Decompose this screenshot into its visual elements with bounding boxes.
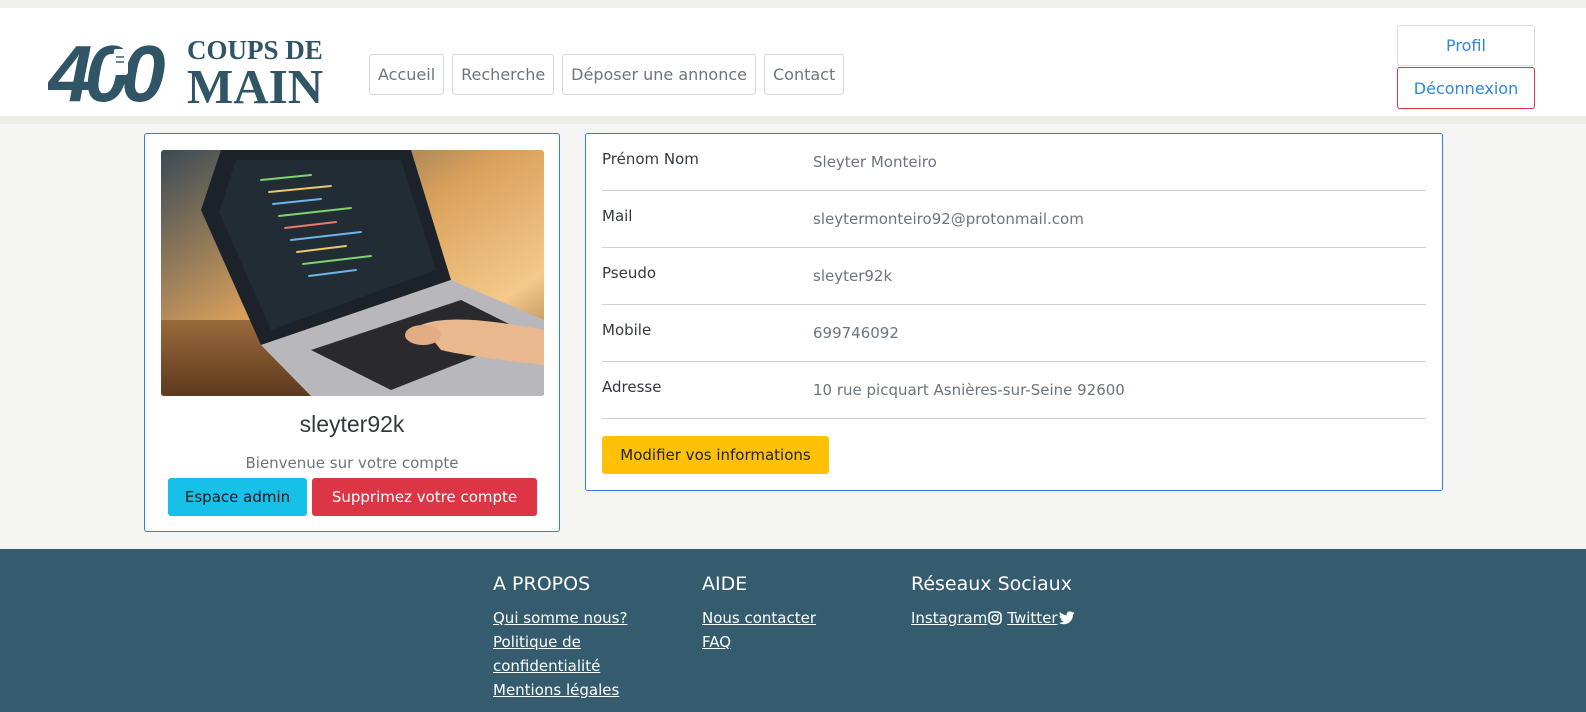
nav-contact[interactable]: Contact: [764, 54, 845, 95]
social-links: Instagram Twitter: [911, 606, 1151, 630]
profile-button[interactable]: Profil: [1397, 25, 1535, 66]
footer-link-faq[interactable]: FAQ: [702, 630, 882, 654]
detail-label: Mail: [602, 207, 633, 225]
account-details-card: Prénom Nom Sleyter Monteiro Mail sleyter…: [585, 133, 1443, 491]
instagram-link[interactable]: Instagram: [911, 606, 1003, 630]
footer-link-legal[interactable]: Mentions légales: [493, 678, 673, 702]
footer-link-contact[interactable]: Nous contacter: [702, 606, 882, 630]
logo-number: 400: [48, 29, 165, 109]
profile-username: sleyter92k: [299, 411, 405, 437]
footer-help-title: AIDE: [702, 573, 748, 595]
profile-card: sleyter92k Bienvenue sur votre compte Es…: [144, 133, 560, 532]
twitter-label: Twitter: [1007, 609, 1058, 627]
detail-value: 10 rue picquart Asnières-sur-Seine 92600: [813, 381, 1125, 399]
admin-space-button[interactable]: Espace admin: [168, 478, 307, 516]
footer-link-privacy[interactable]: Politique de confidentialité: [493, 630, 623, 678]
detail-label: Pseudo: [602, 264, 657, 282]
laptop-photo: [161, 150, 544, 396]
detail-value: sleyter92k: [813, 267, 893, 285]
fist-icon: [112, 49, 128, 75]
main-nav: Accueil Recherche Déposer une annonce Co…: [369, 54, 845, 95]
detail-value: Sleyter Monteiro: [813, 153, 937, 171]
detail-row-mobile: Mobile 699746092: [602, 305, 1426, 362]
logo-line2: MAIN: [187, 59, 323, 109]
footer-social: Réseaux Sociaux Instagram Twitter: [911, 573, 1151, 630]
profile-welcome: Bienvenue sur votre compte: [245, 454, 459, 472]
profile-image: [161, 150, 544, 396]
logout-button[interactable]: Déconnexion: [1397, 67, 1535, 109]
twitter-icon: [1058, 611, 1075, 625]
instagram-label: Instagram: [911, 609, 988, 627]
delete-account-button[interactable]: Supprimez votre compte: [312, 478, 537, 516]
footer-about-title: A PROPOS: [493, 573, 591, 595]
nav-deposer-annonce[interactable]: Déposer une annonce: [562, 54, 756, 95]
detail-row-address: Adresse 10 rue picquart Asnières-sur-Sei…: [602, 362, 1426, 419]
account-menu: Profil Déconnexion: [1397, 25, 1535, 109]
logo-graphic: 400 COUPS DE MAIN: [48, 29, 323, 109]
detail-value: sleytermonteiro92@protonmail.com: [813, 210, 1084, 228]
nav-accueil[interactable]: Accueil: [369, 54, 445, 95]
site-footer: A PROPOS Qui somme nous? Politique de co…: [0, 549, 1586, 712]
detail-label: Mobile: [602, 321, 652, 339]
detail-row-name: Prénom Nom Sleyter Monteiro: [602, 134, 1426, 191]
footer-social-title: Réseaux Sociaux: [911, 573, 1072, 595]
site-header: 400 COUPS DE MAIN Accueil Recherche Dépo…: [0, 8, 1586, 124]
nav-recherche[interactable]: Recherche: [452, 54, 555, 95]
detail-value: 699746092: [813, 324, 899, 342]
instagram-icon: [988, 611, 1003, 625]
detail-label: Prénom Nom: [602, 150, 699, 168]
detail-label: Adresse: [602, 378, 662, 396]
footer-about: A PROPOS Qui somme nous? Politique de co…: [493, 573, 673, 702]
footer-help: AIDE Nous contacter FAQ: [702, 573, 882, 654]
twitter-link[interactable]: Twitter: [1007, 606, 1075, 630]
detail-row-mail: Mail sleytermonteiro92@protonmail.com: [602, 191, 1426, 248]
detail-row-pseudo: Pseudo sleyter92k: [602, 248, 1426, 305]
brand-logo[interactable]: 400 COUPS DE MAIN: [48, 27, 333, 109]
footer-link-about-us[interactable]: Qui somme nous?: [493, 606, 673, 630]
top-strip: [0, 0, 1586, 8]
edit-info-button[interactable]: Modifier vos informations: [602, 436, 829, 474]
